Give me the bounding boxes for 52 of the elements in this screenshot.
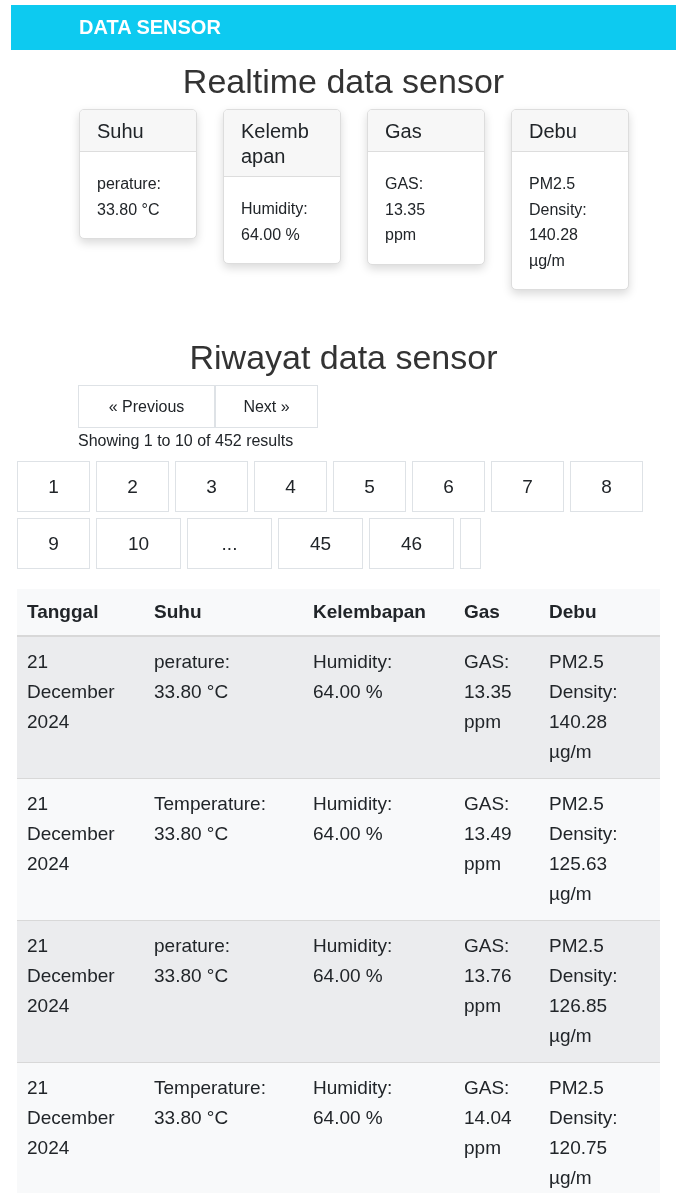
page-button[interactable]: 9 xyxy=(17,518,90,569)
table-cell: 21 December 2024 xyxy=(17,636,144,779)
page-button[interactable]: 6 xyxy=(412,461,485,512)
page-button[interactable]: 1 xyxy=(17,461,90,512)
table-cell: perature: 33.80 °C xyxy=(144,636,303,779)
section-heading: Realtime data sensor xyxy=(181,62,506,101)
results-summary: Showing 1 to 10 of 452 results xyxy=(77,432,295,450)
card-header: Kelemb apan xyxy=(224,110,340,177)
table-cell: GAS: 14.04 ppm xyxy=(454,1062,539,1193)
column-header: Tanggal xyxy=(17,589,144,636)
table-cell: Humidity: 64.00 % xyxy=(303,778,454,921)
table-cell: Humidity: 64.00 % xyxy=(303,1062,454,1193)
table-cell: PM2.5 Density: 120.75 µg/m xyxy=(539,1062,660,1193)
table-cell: 21 December 2024 xyxy=(17,920,144,1063)
table-cell: GAS: 13.76 ppm xyxy=(454,920,539,1063)
card-header: Debu xyxy=(512,110,628,152)
page-button[interactable]: 7 xyxy=(491,461,564,512)
page-button[interactable]: 2 xyxy=(96,461,169,512)
table-cell: PM2.5 Density: 140.28 µg/m xyxy=(539,636,660,779)
card-header: Gas xyxy=(368,110,484,152)
table-cell: 21 December 2024 xyxy=(17,1062,144,1193)
table-cell: 21 December 2024 xyxy=(17,778,144,921)
page-button[interactable]: 45 xyxy=(278,518,363,569)
card-reading: PM2.5 Density: 140.28 µg/m xyxy=(529,174,588,271)
page-button[interactable]: 5 xyxy=(333,461,406,512)
card-reading: Humidity: 64.00 % xyxy=(241,199,309,245)
page-button[interactable]: 3 xyxy=(175,461,248,512)
column-header: Gas xyxy=(454,589,539,636)
card-header: Suhu xyxy=(80,110,196,152)
page-button[interactable]: 10 xyxy=(96,518,181,569)
next-button[interactable]: Next » xyxy=(215,385,318,428)
page-button[interactable]: 46 xyxy=(369,518,454,569)
previous-button[interactable]: « Previous xyxy=(78,385,215,428)
column-header: Kelembapan xyxy=(303,589,454,636)
table-cell: perature: 33.80 °C xyxy=(144,920,303,1063)
table-cell: Temperature: 33.80 °C xyxy=(144,1062,303,1193)
page-button[interactable] xyxy=(460,518,481,569)
table-cell: GAS: 13.35 ppm xyxy=(454,636,539,779)
table-cell: Humidity: 64.00 % xyxy=(303,920,454,1063)
table-cell: Temperature: 33.80 °C xyxy=(144,778,303,921)
page-button[interactable]: 8 xyxy=(570,461,643,512)
table-cell: GAS: 13.49 ppm xyxy=(454,778,539,921)
table-cell: Humidity: 64.00 % xyxy=(303,636,454,779)
card-reading: perature: 33.80 °C xyxy=(97,174,163,220)
column-header: Suhu xyxy=(144,589,303,636)
table-cell: PM2.5 Density: 125.63 µg/m xyxy=(539,778,660,921)
section-heading: Riwayat data sensor xyxy=(188,338,499,377)
page-button[interactable]: ... xyxy=(187,518,272,569)
column-header: Debu xyxy=(539,589,660,636)
page-button[interactable]: 4 xyxy=(254,461,327,512)
card-reading: GAS: 13.35 ppm xyxy=(385,174,427,245)
table-cell: PM2.5 Density: 126.85 µg/m xyxy=(539,920,660,1063)
